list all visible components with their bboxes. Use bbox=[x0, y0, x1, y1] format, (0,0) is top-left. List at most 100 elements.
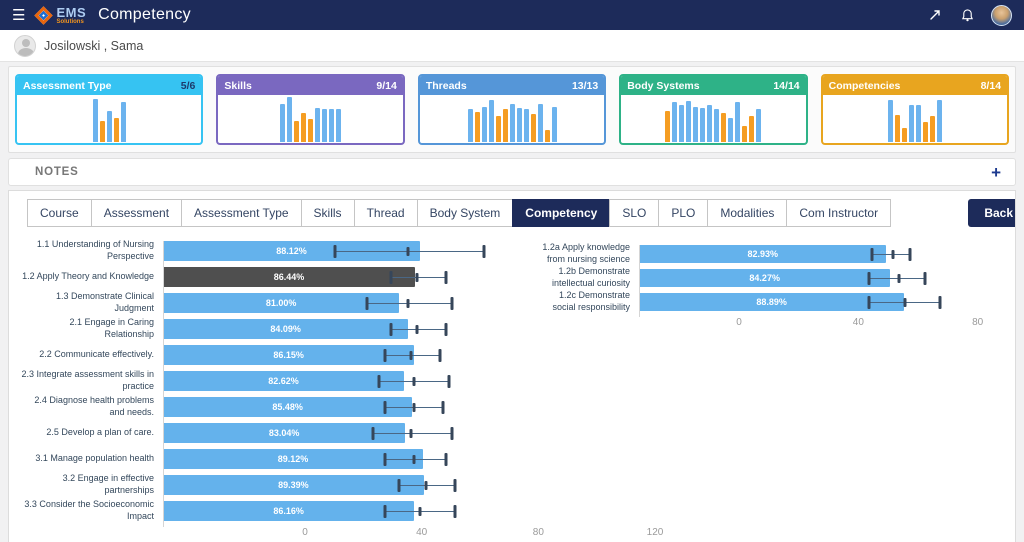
tab-com-instructor[interactable]: Com Instructor bbox=[786, 199, 891, 227]
mini-bar bbox=[686, 101, 691, 142]
fullscreen-icon[interactable] bbox=[927, 7, 943, 23]
value-bar[interactable]: 89.39% bbox=[163, 475, 424, 495]
mini-bar bbox=[322, 109, 327, 142]
mini-bar bbox=[510, 104, 515, 142]
card-count-badge: 14/14 bbox=[773, 80, 799, 92]
summary-card-skills[interactable]: Skills9/14 bbox=[216, 74, 404, 145]
tab-skills[interactable]: Skills bbox=[301, 199, 355, 227]
value-bar[interactable]: 82.93% bbox=[639, 245, 886, 263]
marker-tick-mid bbox=[407, 247, 410, 256]
mini-bar bbox=[545, 130, 550, 142]
marker-tick-high bbox=[924, 272, 927, 285]
competency-bullet-chart-left: 1.1 Understanding of Nursing Perspective… bbox=[21, 241, 513, 539]
mini-bar bbox=[503, 109, 508, 142]
mini-bar bbox=[700, 108, 705, 142]
marker-tick-mid bbox=[903, 298, 906, 307]
row-label: 2.4 Diagnose health problems and needs. bbox=[21, 395, 163, 418]
tab-course[interactable]: Course bbox=[27, 199, 92, 227]
summary-card-threads[interactable]: Threads13/13 bbox=[418, 74, 606, 145]
value-bar[interactable]: 84.27% bbox=[639, 269, 890, 287]
mini-bar bbox=[902, 128, 907, 142]
summary-card-body-systems[interactable]: Body Systems14/14 bbox=[619, 74, 807, 145]
marker-tick-low bbox=[389, 323, 392, 336]
chart-row: 1.2a Apply knowledge from nursing scienc… bbox=[539, 245, 997, 263]
summary-card-assessment-type[interactable]: Assessment Type5/6 bbox=[15, 74, 203, 145]
back-button[interactable]: Back bbox=[968, 199, 1016, 227]
chart-row: 2.4 Diagnose health problems and needs.8… bbox=[21, 397, 513, 417]
row-label: 1.1 Understanding of Nursing Perspective bbox=[21, 239, 163, 262]
row-label: 1.2c Demonstrate social responsibility bbox=[539, 290, 639, 313]
mini-bar bbox=[315, 108, 320, 142]
row-plot: 88.89% bbox=[639, 293, 997, 311]
marker-tick-mid bbox=[418, 507, 421, 516]
notifications-bell-icon[interactable] bbox=[959, 7, 975, 23]
marker-tick-high bbox=[450, 427, 453, 440]
user-avatar[interactable] bbox=[991, 5, 1012, 26]
value-bar[interactable]: 86.15% bbox=[163, 345, 414, 365]
marker-tick-low bbox=[389, 271, 392, 284]
tab-assessment-type[interactable]: Assessment Type bbox=[181, 199, 302, 227]
notes-section: NOTES + bbox=[8, 158, 1016, 186]
summary-card-competencies[interactable]: Competencies8/14 bbox=[821, 74, 1009, 145]
x-axis-tick-labels: 04080120 bbox=[305, 527, 655, 539]
row-plot: 86.15% bbox=[163, 345, 513, 365]
row-plot: 88.12% bbox=[163, 241, 513, 261]
bar-value-label: 88.89% bbox=[639, 293, 904, 311]
bar-value-label: 84.09% bbox=[163, 319, 408, 339]
mini-bar bbox=[538, 104, 543, 142]
mini-bar bbox=[679, 105, 684, 142]
tab-plo[interactable]: PLO bbox=[658, 199, 708, 227]
x-axis-tick-label: 0 bbox=[302, 527, 308, 538]
marker-tick-mid bbox=[415, 325, 418, 334]
tab-slo[interactable]: SLO bbox=[609, 199, 659, 227]
chart-row: 2.2 Communicate effectively.86.15% bbox=[21, 345, 513, 365]
marker-tick-high bbox=[442, 401, 445, 414]
chart-row: 1.1 Understanding of Nursing Perspective… bbox=[21, 241, 513, 261]
row-plot: 86.44% bbox=[163, 267, 513, 287]
bar-value-label: 83.04% bbox=[163, 423, 405, 443]
marker-tick-low bbox=[334, 245, 337, 258]
value-bar[interactable]: 82.62% bbox=[163, 371, 404, 391]
marker-tick-mid bbox=[409, 351, 412, 360]
mini-bar bbox=[728, 118, 733, 142]
mini-bar bbox=[909, 105, 914, 142]
page-title: Competency bbox=[98, 6, 191, 24]
card-mini-chart bbox=[218, 95, 402, 143]
mini-bar bbox=[895, 115, 900, 142]
ems-solutions-logo[interactable]: EMS Solutions bbox=[35, 6, 86, 25]
mini-bar bbox=[475, 112, 480, 142]
top-app-bar: ☰ EMS Solutions Competency bbox=[0, 0, 1024, 30]
card-count-badge: 13/13 bbox=[572, 80, 598, 92]
row-label: 1.2b Demonstrate intellectual curiosity bbox=[539, 266, 639, 289]
tab-thread[interactable]: Thread bbox=[354, 199, 418, 227]
mini-bar bbox=[714, 109, 719, 142]
row-label: 3.1 Manage population health bbox=[21, 453, 163, 465]
hamburger-menu-icon[interactable]: ☰ bbox=[12, 8, 25, 23]
value-bar[interactable]: 83.04% bbox=[163, 423, 405, 443]
value-bar[interactable]: 86.44% bbox=[163, 267, 415, 287]
mini-bar bbox=[707, 105, 712, 142]
row-label: 3.3 Consider the Socioeconomic Impact bbox=[21, 499, 163, 522]
tab-modalities[interactable]: Modalities bbox=[707, 199, 787, 227]
chart-row: 1.2c Demonstrate social responsibility88… bbox=[539, 293, 997, 311]
add-note-button[interactable]: + bbox=[991, 164, 1001, 181]
value-bar[interactable]: 88.89% bbox=[639, 293, 904, 311]
tab-competency[interactable]: Competency bbox=[512, 199, 610, 227]
tab-body-system[interactable]: Body System bbox=[417, 199, 514, 227]
competency-bullet-chart-right: 1.2a Apply knowledge from nursing scienc… bbox=[539, 245, 997, 329]
mini-bar bbox=[693, 107, 698, 142]
marker-tick-mid bbox=[409, 429, 412, 438]
value-bar[interactable]: 81.00% bbox=[163, 293, 399, 313]
row-plot: 82.62% bbox=[163, 371, 513, 391]
marker-tick-mid bbox=[424, 481, 427, 490]
card-count-badge: 9/14 bbox=[376, 80, 396, 92]
value-bar[interactable]: 85.48% bbox=[163, 397, 412, 417]
value-bar[interactable]: 86.16% bbox=[163, 501, 414, 521]
marker-tick-high bbox=[939, 296, 942, 309]
x-axis-tick-label: 80 bbox=[972, 317, 983, 328]
value-bar[interactable]: 84.09% bbox=[163, 319, 408, 339]
bar-value-label: 81.00% bbox=[163, 293, 399, 313]
tab-assessment[interactable]: Assessment bbox=[91, 199, 182, 227]
mini-bar bbox=[336, 109, 341, 142]
mini-bar bbox=[756, 109, 761, 142]
